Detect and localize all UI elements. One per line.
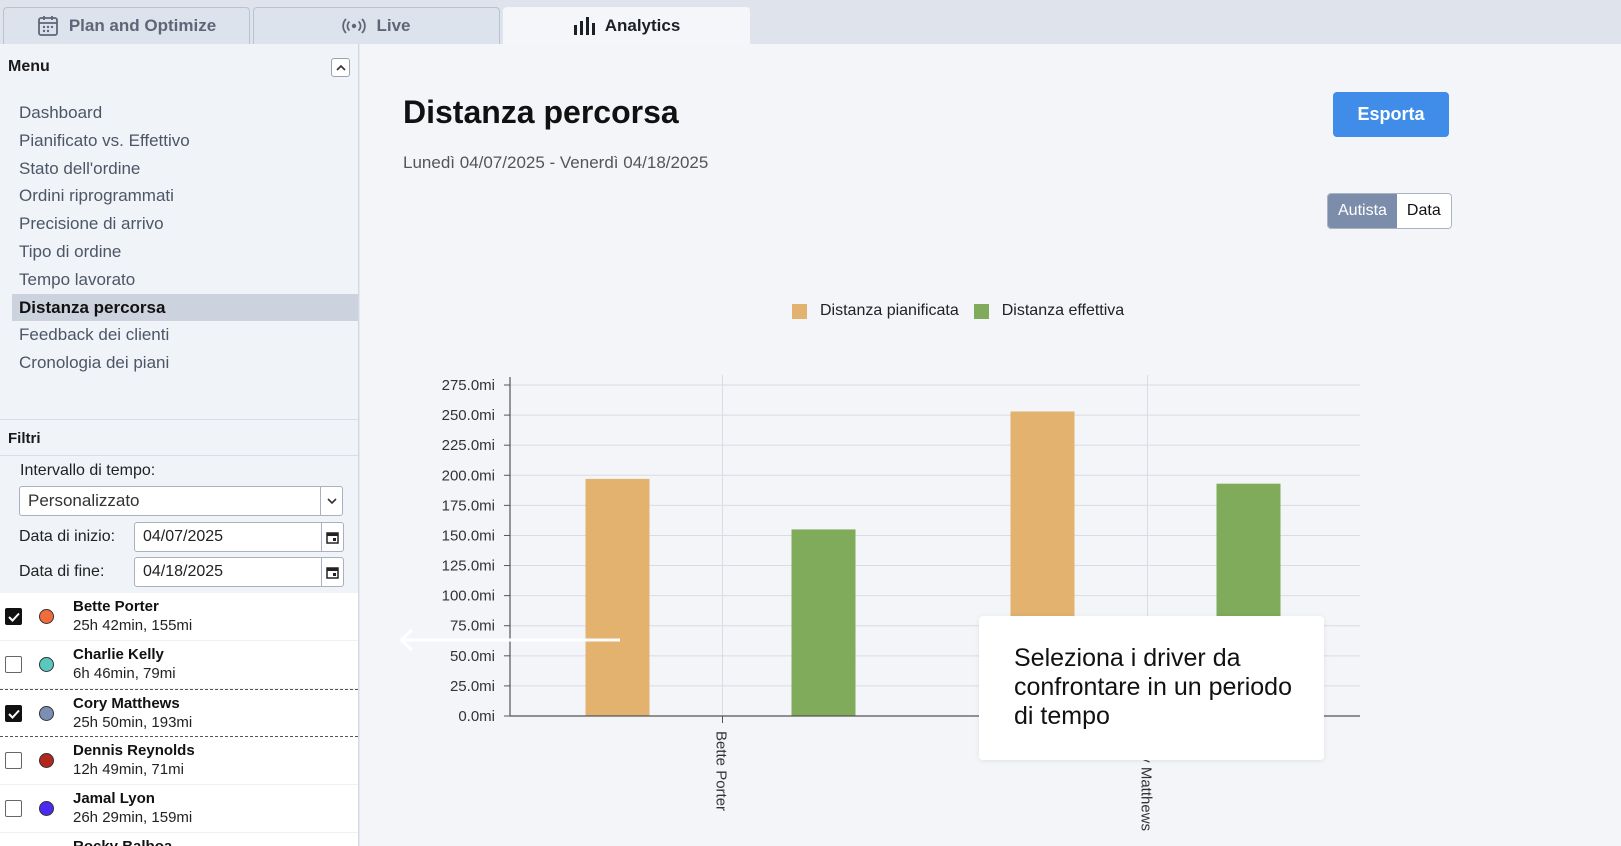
menu-item-planned-vs-actual[interactable]: Pianificato vs. Effettivo — [12, 127, 358, 155]
driver-checkbox[interactable] — [5, 800, 22, 817]
calendar-icon[interactable] — [321, 523, 343, 551]
tab-label: Live — [376, 16, 411, 35]
driver-color-dot — [39, 706, 54, 721]
menu-item-customer-feedback[interactable]: Feedback dei clienti — [12, 321, 358, 349]
y-tick-label: 100.0mi — [442, 588, 495, 605]
divider — [0, 455, 358, 456]
driver-name: Rocky Balboa — [73, 838, 172, 846]
y-tick-label: 225.0mi — [442, 437, 495, 454]
menu-title: Menu — [8, 58, 50, 75]
driver-row-jamal-lyon[interactable]: Jamal Lyon 26h 29min, 159mi — [0, 785, 358, 833]
y-tick-label: 150.0mi — [442, 527, 495, 544]
menu-item-order-type[interactable]: Tipo di ordine — [12, 238, 358, 266]
end-date-field[interactable]: 04/18/2025 — [134, 557, 344, 587]
driver-stats: 6h 46min, 79mi — [73, 665, 176, 682]
driver-name: Charlie Kelly — [73, 646, 164, 663]
y-tick-label: 125.0mi — [442, 558, 495, 575]
driver-name: Bette Porter — [73, 598, 159, 615]
driver-checkbox[interactable] — [5, 705, 22, 722]
calendar-icon[interactable] — [321, 558, 343, 586]
driver-color-dot — [39, 657, 54, 672]
end-date-value: 04/18/2025 — [143, 563, 224, 580]
driver-color-dot — [39, 753, 54, 768]
filters-title: Filtri — [8, 430, 41, 447]
y-tick-label: 0.0mi — [458, 708, 495, 725]
interval-select[interactable]: Personalizzato — [19, 486, 343, 516]
start-date-field[interactable]: 04/07/2025 — [134, 522, 344, 552]
tooltip-callout: Seleziona i driver da confrontare in un … — [979, 616, 1324, 760]
driver-row-rocky-balboa[interactable]: Rocky Balboa — [0, 833, 358, 846]
y-tick-label: 275.0mi — [442, 377, 495, 394]
driver-color-dot — [39, 801, 54, 816]
driver-color-dot — [39, 609, 54, 624]
driver-list: Bette Porter 25h 42min, 155mi Charlie Ke… — [0, 593, 358, 846]
menu-item-time-worked[interactable]: Tempo lavorato — [12, 266, 358, 294]
driver-name: Cory Matthews — [73, 695, 180, 712]
tab-live[interactable]: Live — [253, 7, 500, 44]
top-tab-bar: Plan and Optimize Live Analytics — [0, 0, 1621, 44]
sidebar: Menu Dashboard Pianificato vs. Effettivo… — [0, 44, 359, 846]
callout-text: Seleziona i driver da confrontare in un … — [1014, 644, 1292, 730]
menu-item-rescheduled-orders[interactable]: Ordini riprogrammati — [12, 182, 358, 210]
main-content: Distanza percorsa Lunedì 04/07/2025 - Ve… — [360, 44, 1621, 846]
arrow-left-icon — [398, 628, 620, 652]
driver-checkbox[interactable] — [5, 656, 22, 673]
driver-checkbox[interactable] — [5, 608, 22, 625]
driver-stats: 25h 50min, 193mi — [73, 714, 193, 731]
interval-label: Intervallo di tempo: — [20, 462, 156, 479]
driver-name: Jamal Lyon — [73, 790, 155, 807]
tab-analytics[interactable]: Analytics — [503, 7, 750, 44]
broadcast-icon — [342, 17, 367, 35]
driver-row-cory-matthews[interactable]: Cory Matthews 25h 50min, 193mi — [0, 689, 358, 737]
driver-row-charlie-kelly[interactable]: Charlie Kelly 6h 46min, 79mi — [0, 641, 358, 689]
divider — [0, 419, 358, 420]
menu-item-arrival-accuracy[interactable]: Precisione di arrivo — [12, 210, 358, 238]
menu-item-order-status[interactable]: Stato dell'ordine — [12, 155, 358, 183]
x-tick-label: Bette Porter — [713, 731, 730, 811]
tab-label: Analytics — [604, 16, 681, 35]
driver-name: Dennis Reynolds — [73, 742, 195, 759]
chevron-down-icon — [320, 487, 342, 515]
driver-stats: 12h 49min, 71mi — [73, 761, 184, 778]
driver-stats: 26h 29min, 159mi — [73, 809, 193, 826]
driver-row-bette-porter[interactable]: Bette Porter 25h 42min, 155mi — [0, 593, 358, 641]
driver-stats: 25h 42min, 155mi — [73, 617, 193, 634]
end-date-label: Data di fine: — [19, 563, 105, 580]
tab-label: Plan and Optimize — [68, 16, 217, 35]
calendar-icon — [37, 15, 59, 37]
y-tick-label: 25.0mi — [450, 678, 495, 695]
y-tick-label: 200.0mi — [442, 467, 495, 484]
chevron-up-icon — [335, 61, 346, 75]
menu-item-plan-history[interactable]: Cronologia dei piani — [12, 349, 358, 377]
interval-select-value: Personalizzato — [28, 491, 140, 510]
bar — [791, 529, 856, 716]
tab-plan-and-optimize[interactable]: Plan and Optimize — [3, 7, 250, 44]
menu-item-distance-traveled[interactable]: Distanza percorsa — [12, 293, 358, 322]
bar — [585, 478, 650, 716]
start-date-label: Data di inizio: — [19, 528, 116, 545]
menu-list: Dashboard Pianificato vs. Effettivo Stat… — [12, 99, 358, 377]
bar-chart-icon — [573, 16, 595, 36]
y-tick-label: 175.0mi — [442, 497, 495, 514]
collapse-menu-button[interactable] — [331, 58, 350, 77]
driver-checkbox[interactable] — [5, 752, 22, 769]
driver-row-dennis-reynolds[interactable]: Dennis Reynolds 12h 49min, 71mi — [0, 737, 358, 785]
menu-item-dashboard[interactable]: Dashboard — [12, 99, 358, 127]
start-date-value: 04/07/2025 — [143, 528, 224, 545]
y-tick-label: 250.0mi — [442, 407, 495, 424]
